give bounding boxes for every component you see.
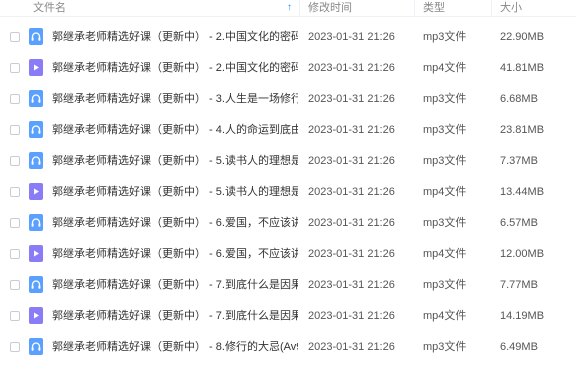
file-name[interactable]: 郭继承老师精选好课（更新中） - 6.爱国，不应该讲条件... (52, 247, 298, 261)
file-type: mp4文件 (423, 62, 467, 74)
row-checkbox[interactable] (10, 342, 20, 352)
sort-ascending-icon[interactable]: ↑ (287, 2, 292, 14)
headphones-icon (29, 338, 43, 355)
file-name[interactable]: 郭继承老师精选好课（更新中） - 7.到底什么是因果？(A... (52, 278, 298, 292)
modified-time: 2023-01-31 21:26 (308, 310, 395, 322)
file-row[interactable]: 郭继承老师精选好课（更新中） - 3.人生是一场修行(Av9... 2023-01… (0, 87, 576, 118)
file-size: 6.57MB (500, 217, 538, 229)
row-checkbox[interactable] (10, 63, 20, 73)
modified-time: 2023-01-31 21:26 (308, 155, 395, 167)
file-row[interactable]: 郭继承老师精选好课（更新中） - 8.修行的大忌(Av91779... 2023-… (0, 335, 576, 366)
video-play-icon (29, 307, 43, 324)
column-divider (414, 0, 415, 16)
row-checkbox[interactable] (10, 94, 20, 104)
row-checkbox[interactable] (10, 218, 20, 228)
file-list-header: 文件名 ↑ 修改时间 类型 大小 (0, 0, 576, 17)
modified-time: 2023-01-31 21:26 (308, 279, 395, 291)
modified-time: 2023-01-31 21:26 (308, 341, 395, 353)
headphones-icon (29, 121, 43, 138)
file-type: mp3文件 (423, 341, 467, 353)
column-divider (491, 0, 492, 16)
row-checkbox[interactable] (10, 187, 20, 197)
video-play-icon (29, 183, 43, 200)
headphones-icon (29, 276, 43, 293)
modified-time: 2023-01-31 21:26 (308, 93, 395, 105)
file-size: 6.68MB (500, 93, 538, 105)
file-name[interactable]: 郭继承老师精选好课（更新中） - 2.中国文化的密码(Av9... (52, 30, 298, 44)
file-row[interactable]: 郭继承老师精选好课（更新中） - 6.爱国，不应该讲条件... 2023-01-3… (0, 211, 576, 242)
file-row[interactable]: 郭继承老师精选好课（更新中） - 2.中国文化的密码(Av9... 2023-01… (0, 56, 576, 87)
file-type: mp3文件 (423, 31, 467, 43)
column-header-type[interactable]: 类型 (423, 1, 445, 15)
modified-time: 2023-01-31 21:26 (308, 124, 395, 136)
file-size: 6.49MB (500, 341, 538, 353)
file-size: 12.00MB (500, 248, 545, 260)
file-type: mp3文件 (423, 124, 467, 136)
file-row[interactable]: 郭继承老师精选好课（更新中） - 7.到底什么是因果？(A... 2023-01-… (0, 273, 576, 304)
headphones-icon (29, 28, 43, 45)
file-row[interactable]: 郭继承老师精选好课（更新中） - 2.中国文化的密码(Av9... 2023-01… (0, 25, 576, 56)
file-name[interactable]: 郭继承老师精选好课（更新中） - 3.人生是一场修行(Av9... (52, 92, 298, 106)
video-play-icon (29, 59, 43, 76)
file-type: mp3文件 (423, 279, 467, 291)
column-header-time[interactable]: 修改时间 (308, 1, 352, 15)
row-checkbox[interactable] (10, 125, 20, 135)
file-size: 13.44MB (500, 186, 545, 198)
file-name[interactable]: 郭继承老师精选好课（更新中） - 6.爱国，不应该讲条件... (52, 216, 298, 230)
headphones-icon (29, 152, 43, 169)
modified-time: 2023-01-31 21:26 (308, 248, 395, 260)
file-type: mp4文件 (423, 248, 467, 260)
file-name[interactable]: 郭继承老师精选好课（更新中） - 5.读书人的理想是什么... (52, 154, 298, 168)
file-size: 23.81MB (500, 124, 545, 136)
file-row[interactable]: 郭继承老师精选好课（更新中） - 6.爱国，不应该讲条件... 2023-01-3… (0, 242, 576, 273)
file-row[interactable]: 郭继承老师精选好课（更新中） - 4.人的命运到底由谁掌... 2023-01-3… (0, 118, 576, 149)
modified-time: 2023-01-31 21:26 (308, 186, 395, 198)
column-divider (299, 0, 300, 16)
row-checkbox[interactable] (10, 156, 20, 166)
file-type: mp4文件 (423, 310, 467, 322)
row-checkbox[interactable] (10, 249, 20, 259)
file-name[interactable]: 郭继承老师精选好课（更新中） - 4.人的命运到底由谁掌... (52, 123, 298, 137)
row-checkbox[interactable] (10, 311, 20, 321)
file-size: 14.19MB (500, 310, 545, 322)
file-name[interactable]: 郭继承老师精选好课（更新中） - 8.修行的大忌(Av91779... (52, 340, 298, 354)
column-header-name[interactable]: 文件名 (33, 1, 66, 15)
file-type: mp3文件 (423, 93, 467, 105)
file-size: 22.90MB (500, 31, 545, 43)
file-type: mp3文件 (423, 155, 467, 167)
row-checkbox[interactable] (10, 280, 20, 290)
file-type: mp3文件 (423, 217, 467, 229)
modified-time: 2023-01-31 21:26 (308, 31, 395, 43)
file-list: 郭继承老师精选好课（更新中） - 2.中国文化的密码(Av9... 2023-01… (0, 25, 576, 366)
file-name[interactable]: 郭继承老师精选好课（更新中） - 5.读书人的理想是什么... (52, 185, 298, 199)
column-header-size[interactable]: 大小 (500, 1, 522, 15)
video-play-icon (29, 245, 43, 262)
row-checkbox[interactable] (10, 32, 20, 42)
modified-time: 2023-01-31 21:26 (308, 62, 395, 74)
file-size: 7.37MB (500, 155, 538, 167)
file-name[interactable]: 郭继承老师精选好课（更新中） - 2.中国文化的密码(Av9... (52, 61, 298, 75)
modified-time: 2023-01-31 21:26 (308, 217, 395, 229)
file-row[interactable]: 郭继承老师精选好课（更新中） - 5.读书人的理想是什么... 2023-01-3… (0, 180, 576, 211)
file-size: 7.77MB (500, 279, 538, 291)
headphones-icon (29, 214, 43, 231)
headphones-icon (29, 90, 43, 107)
file-row[interactable]: 郭继承老师精选好课（更新中） - 7.到底什么是因果？(A... 2023-01-… (0, 304, 576, 335)
file-size: 41.81MB (500, 62, 545, 74)
file-type: mp4文件 (423, 186, 467, 198)
file-name[interactable]: 郭继承老师精选好课（更新中） - 7.到底什么是因果？(A... (52, 309, 298, 323)
file-row[interactable]: 郭继承老师精选好课（更新中） - 5.读书人的理想是什么... 2023-01-3… (0, 149, 576, 180)
